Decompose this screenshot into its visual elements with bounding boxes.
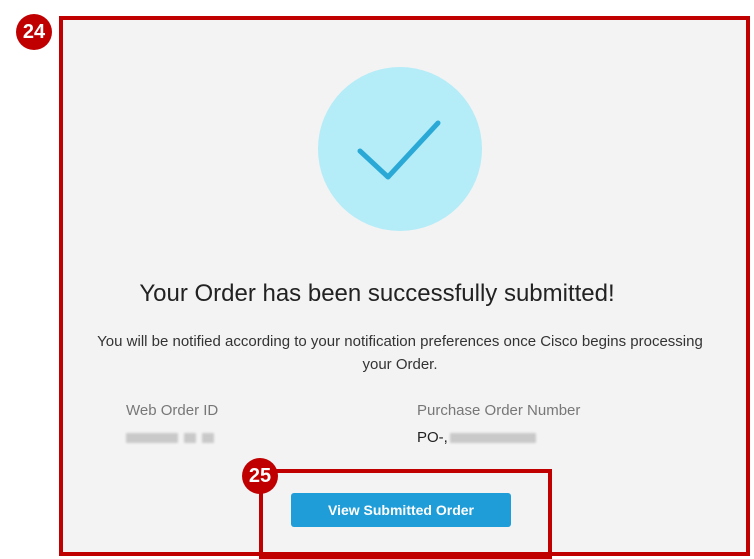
confirmation-title: Your Order has been successfully submitt… <box>139 280 615 307</box>
purchase-order-prefix: PO-, <box>417 429 448 446</box>
view-submitted-order-button[interactable]: View Submitted Order <box>291 493 511 527</box>
purchase-order-value: PO-, <box>417 429 536 446</box>
success-circle <box>318 67 482 231</box>
web-order-id-value-redacted <box>126 433 214 443</box>
confirmation-message: You will be notified according to your n… <box>97 333 703 373</box>
web-order-id-label: Web Order ID <box>126 402 219 419</box>
callout-badge-24: 24 <box>16 14 52 50</box>
purchase-order-redacted <box>449 432 536 443</box>
checkmark-icon <box>357 120 441 180</box>
purchase-order-label: Purchase Order Number <box>417 402 581 419</box>
callout-badge-25: 25 <box>242 458 278 494</box>
